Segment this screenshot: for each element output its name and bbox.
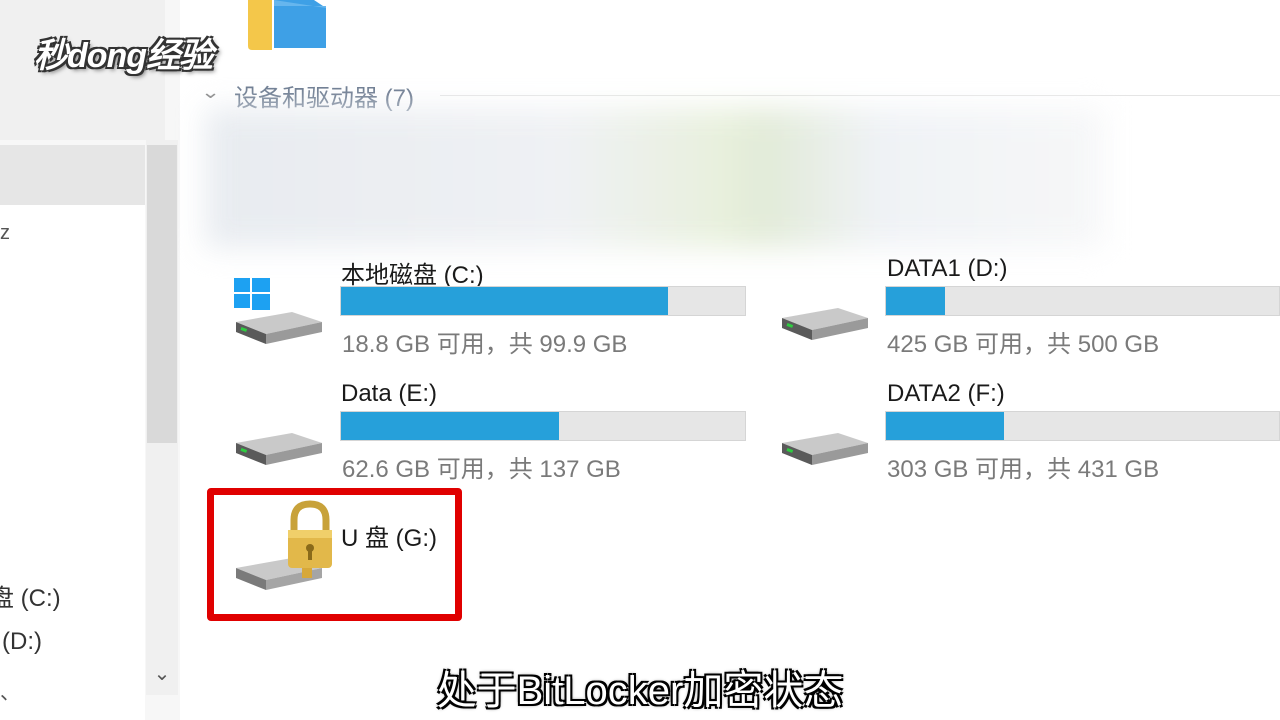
- drive-free-space: 62.6 GB 可用，共 137 GB: [342, 456, 621, 483]
- capacity-bar: [340, 286, 746, 316]
- nav-item-drive-d[interactable]: (D:): [2, 628, 42, 656]
- section-divider: [440, 95, 1280, 96]
- drive-free-space: 18.8 GB 可用，共 99.9 GB: [342, 331, 628, 358]
- windows-drive-icon: [234, 278, 322, 344]
- hard-drive-icon: [782, 433, 868, 465]
- drive-name: Data (E:): [341, 380, 438, 407]
- capacity-bar-fill: [341, 412, 560, 440]
- nav-item-drive-c[interactable]: 盘 (C:): [0, 578, 61, 613]
- highlight-box: [207, 488, 462, 621]
- brand-logo: 秒dong经验: [34, 37, 213, 75]
- capacity-bar: [340, 411, 746, 441]
- drive-name: DATA2 (F:): [887, 380, 1005, 407]
- drive-name: 本地磁盘 (C:): [341, 262, 484, 289]
- capacity-bar: [885, 286, 1280, 316]
- blurred-region: [205, 108, 1105, 248]
- drive-free-space: 425 GB 可用，共 500 GB: [887, 331, 1160, 358]
- drive-free-space: 303 GB 可用，共 431 GB: [887, 456, 1160, 483]
- capacity-bar-fill: [886, 287, 945, 315]
- chevron-down-icon[interactable]: ⌄: [201, 82, 221, 103]
- folder-icon: [248, 0, 326, 50]
- drive-name: DATA1 (D:): [887, 255, 1008, 282]
- capacity-bar-fill: [886, 412, 1004, 440]
- capacity-bar-fill: [341, 287, 669, 315]
- nav-scrollbar-thumb[interactable]: [147, 145, 177, 443]
- subtitle-caption: 处于BitLocker加密状态: [436, 669, 844, 713]
- hard-drive-icon: [236, 433, 322, 465]
- nav-item-selected[interactable]: [0, 145, 145, 205]
- capacity-bar: [885, 411, 1280, 441]
- nav-item-partial[interactable]: z: [0, 222, 10, 245]
- navigation-pane: z 盘 (C:) (D:) 、 ⌄: [0, 0, 180, 720]
- hard-drive-icon: [782, 308, 868, 340]
